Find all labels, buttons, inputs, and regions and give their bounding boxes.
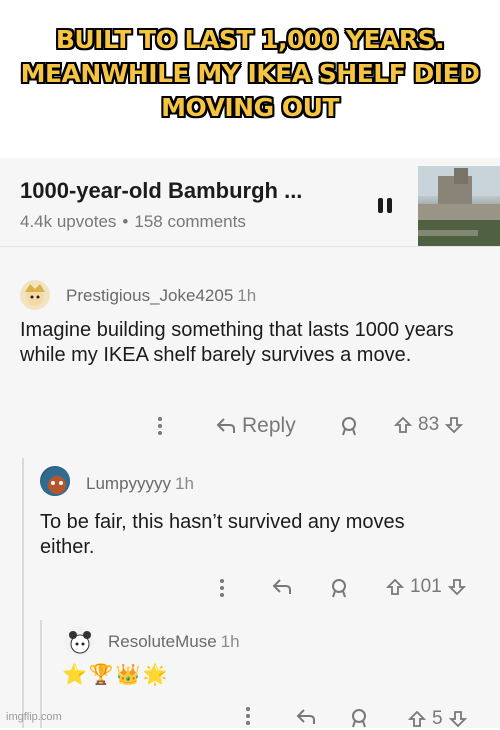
more-options-button[interactable] xyxy=(244,706,252,726)
reply-button[interactable] xyxy=(272,578,292,596)
comment-time: 1h xyxy=(237,286,257,305)
author-name[interactable]: Lumpyyyyy xyxy=(86,474,171,493)
comment-body: ⭐🏆👑🌟 xyxy=(62,664,170,686)
downvote-arrow-icon[interactable] xyxy=(448,710,467,728)
more-vertical-icon xyxy=(158,417,162,435)
award-icon xyxy=(332,579,346,598)
vote-controls: 101 xyxy=(386,576,466,598)
watermark: imgflip.com xyxy=(6,711,62,723)
comment-body: Imagine building something that lasts 10… xyxy=(20,319,454,366)
reply-button[interactable]: Reply xyxy=(216,414,296,438)
downvote-arrow-icon[interactable] xyxy=(445,416,464,434)
award-button[interactable] xyxy=(340,416,358,436)
castle-image xyxy=(418,166,500,246)
comment-time: 1h xyxy=(175,474,194,493)
reply-arrow-icon xyxy=(272,579,291,594)
downvote-arrow-icon[interactable] xyxy=(447,578,466,596)
score: 83 xyxy=(418,414,440,435)
upvote-arrow-icon[interactable] xyxy=(394,416,412,434)
more-options-button[interactable] xyxy=(218,578,226,598)
thread-line[interactable] xyxy=(22,458,24,728)
post-meta: 4.4k upvotes • 158 comments xyxy=(20,212,246,232)
meme-caption: BUILT TO LAST 1,000 YEARS. MEANWHILE MY … xyxy=(0,0,500,148)
reply-label: Reply xyxy=(242,414,296,437)
comment-author[interactable]: Prestigious_Joke4205 1h xyxy=(66,286,256,306)
author-name[interactable]: Prestigious_Joke4205 xyxy=(66,286,233,305)
avatar[interactable] xyxy=(40,466,70,496)
avatar[interactable] xyxy=(64,626,94,656)
comment-body: To be fair, this hasn’t survived any mov… xyxy=(40,511,405,558)
reddit-screenshot: 1000-year-old Bamburgh ... 4.4k upvotes •… xyxy=(0,158,500,730)
award-button[interactable] xyxy=(330,578,348,598)
more-vertical-icon xyxy=(246,707,250,725)
reply-button[interactable] xyxy=(296,708,316,726)
author-name[interactable]: ResoluteMuse xyxy=(108,632,217,651)
post-title[interactable]: 1000-year-old Bamburgh ... xyxy=(20,178,302,204)
comment-count: 158 comments xyxy=(134,212,246,231)
more-vertical-icon xyxy=(220,579,224,597)
comment-author[interactable]: Lumpyyyyy 1h xyxy=(86,474,194,494)
avatar[interactable] xyxy=(20,280,50,310)
vote-controls: 5 xyxy=(408,708,467,730)
comment-author[interactable]: ResoluteMuse 1h xyxy=(108,632,240,652)
caption-text: BUILT TO LAST 1,000 YEARS. MEANWHILE MY … xyxy=(20,25,480,122)
reply-arrow-icon xyxy=(216,418,235,433)
vote-controls: 83 xyxy=(394,414,464,436)
pause-icon[interactable] xyxy=(378,198,394,214)
post-thumbnail[interactable] xyxy=(418,166,500,246)
upvote-arrow-icon[interactable] xyxy=(386,578,404,596)
upvote-arrow-icon[interactable] xyxy=(408,710,426,728)
post-header[interactable]: 1000-year-old Bamburgh ... 4.4k upvotes •… xyxy=(0,158,500,247)
score: 5 xyxy=(432,708,443,729)
upvote-count: 4.4k upvotes xyxy=(20,212,117,231)
award-button[interactable] xyxy=(350,708,368,728)
award-icon xyxy=(352,709,366,728)
award-icon xyxy=(342,417,356,436)
score: 101 xyxy=(410,576,442,597)
comment-time: 1h xyxy=(220,632,240,651)
more-options-button[interactable] xyxy=(156,416,164,436)
meta-separator: • xyxy=(122,212,129,231)
reply-arrow-icon xyxy=(296,709,315,724)
